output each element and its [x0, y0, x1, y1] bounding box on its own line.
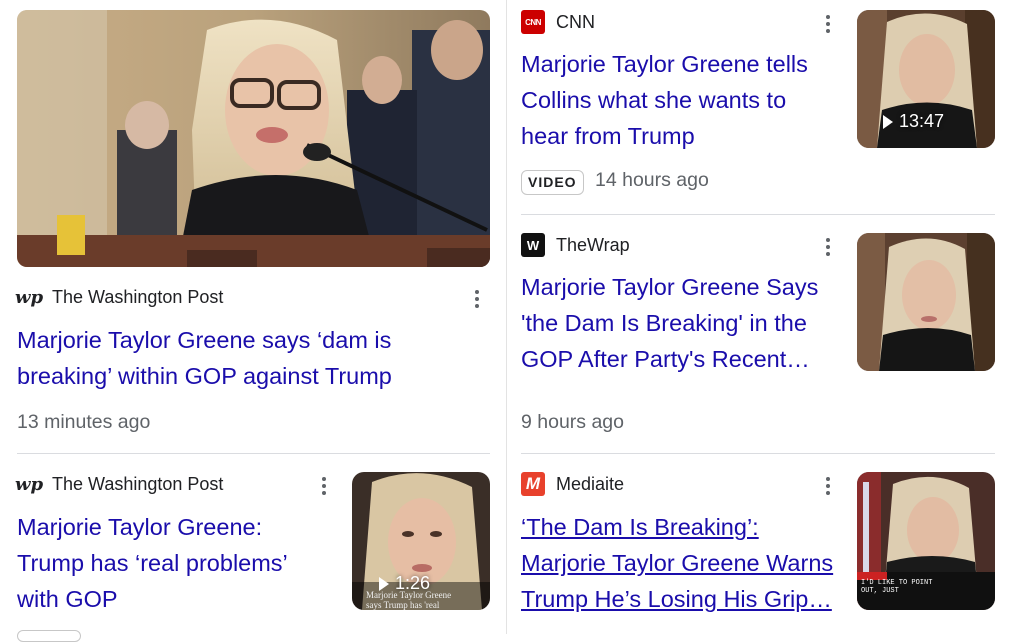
article-timestamp: 9 hours ago: [521, 411, 624, 433]
mediaite-logo-icon: M: [521, 472, 545, 496]
thewrap-logo-icon: W: [521, 233, 545, 257]
source-name: The Washington Post: [52, 473, 224, 494]
article-hero-image[interactable]: [17, 10, 490, 267]
more-options-button[interactable]: [822, 235, 834, 259]
article-headline[interactable]: Marjorie Taylor Greene says ‘dam is brea…: [17, 322, 447, 394]
article-timestamp: 13 minutes ago: [17, 411, 151, 433]
article-separator: [521, 453, 995, 454]
article-headline[interactable]: Marjorie Taylor Greene tells Collins wha…: [521, 46, 831, 154]
article-headline[interactable]: Marjorie Taylor Greene: Trump has ‘real …: [17, 509, 317, 617]
article-source[interactable]: W TheWrap: [521, 233, 630, 257]
cnn-logo-icon: CNN: [521, 10, 545, 34]
more-vert-icon: [475, 290, 479, 294]
more-vert-icon: [826, 15, 830, 19]
washington-post-logo-icon: wp: [14, 473, 44, 495]
video-duration: 13:47: [883, 111, 944, 132]
source-name: The Washington Post: [52, 286, 224, 307]
source-name: TheWrap: [556, 234, 630, 255]
thumbnail-caption: Marjorie Taylor Greene says Trump has 'r…: [366, 590, 452, 610]
article-headline[interactable]: Marjorie Taylor Greene Says 'the Dam Is …: [521, 269, 831, 377]
article-timestamp: 14 hours ago: [595, 169, 709, 191]
column-divider: [506, 0, 507, 634]
washington-post-logo-icon: wp: [14, 286, 44, 308]
more-options-button[interactable]: [822, 474, 834, 498]
article-thumbnail[interactable]: [857, 233, 995, 371]
more-options-button[interactable]: [471, 287, 483, 311]
more-vert-icon: [826, 238, 830, 242]
source-name: CNN: [556, 11, 595, 32]
article-source[interactable]: CNN CNN: [521, 10, 595, 34]
article-headline[interactable]: ‘The Dam Is Breaking’: Marjorie Taylor G…: [521, 509, 841, 617]
article-source[interactable]: wp The Washington Post: [14, 285, 224, 309]
article-source[interactable]: M Mediaite: [521, 472, 624, 496]
play-icon: [883, 114, 893, 129]
more-vert-icon: [322, 477, 326, 481]
article-video-thumbnail[interactable]: 1:26 Marjorie Taylor Greene says Trump h…: [352, 472, 490, 610]
more-options-button[interactable]: [822, 12, 834, 36]
article-separator: [17, 453, 490, 454]
article-separator: [521, 214, 995, 215]
video-badge: VIDEO: [521, 170, 584, 195]
play-icon: [379, 576, 389, 591]
tv-chyron: I'D LIKE TO POINT OUT, JUST: [861, 579, 933, 595]
more-options-button[interactable]: [318, 474, 330, 498]
article-source[interactable]: wp The Washington Post: [14, 472, 224, 496]
article-video-thumbnail[interactable]: 13:47: [857, 10, 995, 148]
source-name: Mediaite: [556, 473, 625, 494]
article-thumbnail[interactable]: I'D LIKE TO POINT OUT, JUST: [857, 472, 995, 610]
video-badge-partial: [17, 630, 81, 642]
more-vert-icon: [826, 477, 830, 481]
